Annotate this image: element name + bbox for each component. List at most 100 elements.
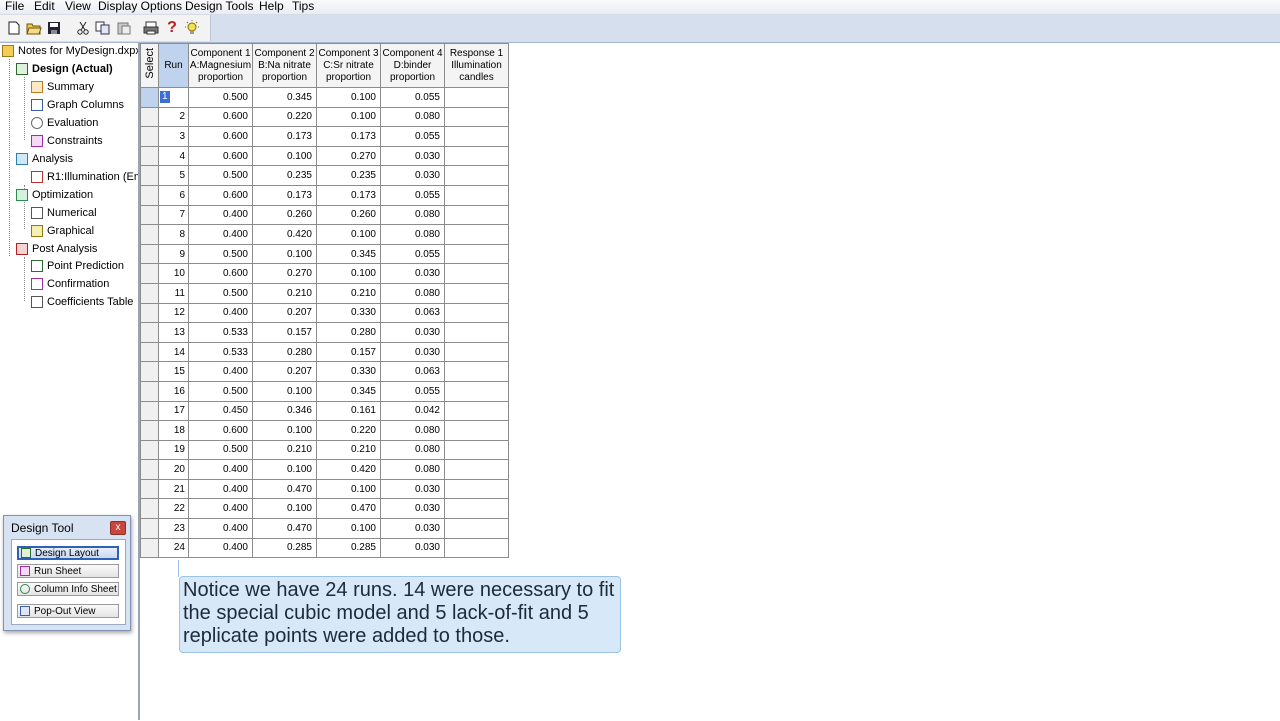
table-row[interactable]: 1 0.500 0.345 0.100 0.055 <box>140 87 509 108</box>
row-select-cell[interactable] <box>140 361 159 382</box>
value-cell[interactable]: 0.210 <box>316 282 381 304</box>
value-cell[interactable]: 0.500 <box>188 282 253 304</box>
table-row[interactable]: 13 0.533 0.157 0.280 0.030 <box>140 322 509 343</box>
run-cell[interactable]: 10 <box>158 263 189 284</box>
row-select-cell[interactable] <box>140 282 159 304</box>
value-cell[interactable]: 0.600 <box>188 126 253 147</box>
row-select-cell[interactable] <box>140 537 159 559</box>
table-row[interactable]: 17 0.450 0.346 0.161 0.042 <box>140 400 509 422</box>
run-cell[interactable]: 11 <box>158 282 189 304</box>
value-cell[interactable]: 0.080 <box>380 439 445 461</box>
table-row[interactable]: 7 0.400 0.260 0.260 0.080 <box>140 204 509 226</box>
value-cell[interactable]: 0.100 <box>316 87 381 108</box>
value-cell[interactable]: 0.161 <box>316 400 381 422</box>
table-row[interactable]: 24 0.400 0.285 0.285 0.030 <box>140 537 509 559</box>
menu-file[interactable]: File <box>3 0 26 13</box>
table-row[interactable]: 2 0.600 0.220 0.100 0.080 <box>140 106 509 128</box>
value-cell[interactable]: 0.157 <box>252 322 317 343</box>
table-row[interactable]: 8 0.400 0.420 0.100 0.080 <box>140 224 509 245</box>
value-cell[interactable]: 0.173 <box>316 184 381 206</box>
column-header-component-1[interactable]: Component 1 A:Magnesium proportion <box>188 43 253 88</box>
value-cell[interactable]: 0.210 <box>252 439 317 461</box>
value-cell[interactable]: 0.080 <box>380 282 445 304</box>
value-cell[interactable]: 0.055 <box>380 243 445 265</box>
response-cell[interactable] <box>444 518 509 539</box>
value-cell[interactable]: 0.100 <box>316 518 381 539</box>
pop-out-view-button[interactable]: Pop-Out View <box>17 604 119 618</box>
print-icon[interactable] <box>142 19 160 37</box>
row-select-cell[interactable] <box>140 106 159 128</box>
value-cell[interactable]: 0.400 <box>188 302 253 324</box>
value-cell[interactable]: 0.080 <box>380 106 445 128</box>
value-cell[interactable]: 0.173 <box>252 126 317 147</box>
value-cell[interactable]: 0.285 <box>316 537 381 559</box>
column-header-response-1[interactable]: Response 1 Illumination candles <box>444 43 509 88</box>
run-cell[interactable]: 20 <box>158 459 189 480</box>
table-row[interactable]: 6 0.600 0.173 0.173 0.055 <box>140 184 509 206</box>
row-select-cell[interactable] <box>140 341 159 363</box>
cut-icon[interactable] <box>74 19 92 37</box>
row-select-cell[interactable] <box>140 263 159 284</box>
value-cell[interactable]: 0.100 <box>252 459 317 480</box>
value-cell[interactable]: 0.400 <box>188 459 253 480</box>
value-cell[interactable]: 0.533 <box>188 322 253 343</box>
value-cell[interactable]: 0.080 <box>380 459 445 480</box>
response-cell[interactable] <box>444 498 509 520</box>
table-row[interactable]: 4 0.600 0.100 0.270 0.030 <box>140 145 509 167</box>
row-select-cell[interactable] <box>140 518 159 539</box>
value-cell[interactable]: 0.280 <box>316 322 381 343</box>
response-cell[interactable] <box>444 478 509 500</box>
response-cell[interactable] <box>444 243 509 265</box>
value-cell[interactable]: 0.470 <box>252 478 317 500</box>
table-row[interactable]: 9 0.500 0.100 0.345 0.055 <box>140 243 509 265</box>
value-cell[interactable]: 0.345 <box>316 380 381 402</box>
tree-evaluation[interactable]: Evaluation <box>31 115 98 131</box>
value-cell[interactable]: 0.030 <box>380 478 445 500</box>
tree-design[interactable]: Design (Actual) <box>16 61 113 77</box>
value-cell[interactable]: 0.100 <box>252 420 317 441</box>
menu-tips[interactable]: Tips <box>290 0 316 13</box>
value-cell[interactable]: 0.207 <box>252 361 317 382</box>
run-cell[interactable]: 5 <box>158 165 189 186</box>
value-cell[interactable]: 0.055 <box>380 184 445 206</box>
table-row[interactable]: 10 0.600 0.270 0.100 0.030 <box>140 263 509 284</box>
value-cell[interactable]: 0.420 <box>252 224 317 245</box>
response-cell[interactable] <box>444 126 509 147</box>
tree-optimization[interactable]: Optimization <box>16 187 93 203</box>
row-select-cell[interactable] <box>140 184 159 206</box>
row-select-cell[interactable] <box>140 302 159 324</box>
value-cell[interactable]: 0.500 <box>188 243 253 265</box>
value-cell[interactable]: 0.470 <box>252 518 317 539</box>
value-cell[interactable]: 0.063 <box>380 302 445 324</box>
response-cell[interactable] <box>444 87 509 108</box>
run-cell[interactable]: 15 <box>158 361 189 382</box>
run-cell[interactable]: 24 <box>158 537 189 559</box>
value-cell[interactable]: 0.055 <box>380 126 445 147</box>
run-cell[interactable]: 6 <box>158 184 189 206</box>
tree-numerical[interactable]: Numerical <box>31 205 97 221</box>
row-select-cell[interactable] <box>140 380 159 402</box>
value-cell[interactable]: 0.330 <box>316 361 381 382</box>
open-folder-icon[interactable] <box>25 19 43 37</box>
row-select-cell[interactable] <box>140 439 159 461</box>
run-cell[interactable]: 3 <box>158 126 189 147</box>
value-cell[interactable]: 0.100 <box>252 145 317 167</box>
value-cell[interactable]: 0.345 <box>252 87 317 108</box>
value-cell[interactable]: 0.420 <box>316 459 381 480</box>
run-cell[interactable]: 13 <box>158 322 189 343</box>
response-cell[interactable] <box>444 263 509 284</box>
tip-icon[interactable] <box>183 19 201 37</box>
table-row[interactable]: 19 0.500 0.210 0.210 0.080 <box>140 439 509 461</box>
value-cell[interactable]: 0.400 <box>188 498 253 520</box>
value-cell[interactable]: 0.220 <box>316 420 381 441</box>
tree-analysis[interactable]: Analysis <box>16 151 73 167</box>
table-row[interactable]: 15 0.400 0.207 0.330 0.063 <box>140 361 509 382</box>
response-cell[interactable] <box>444 145 509 167</box>
row-select-cell[interactable] <box>140 243 159 265</box>
run-cell[interactable]: 12 <box>158 302 189 324</box>
table-row[interactable]: 21 0.400 0.470 0.100 0.030 <box>140 478 509 500</box>
menu-view[interactable]: View <box>63 0 93 13</box>
value-cell[interactable]: 0.600 <box>188 263 253 284</box>
paste-icon[interactable] <box>115 19 133 37</box>
value-cell[interactable]: 0.030 <box>380 322 445 343</box>
